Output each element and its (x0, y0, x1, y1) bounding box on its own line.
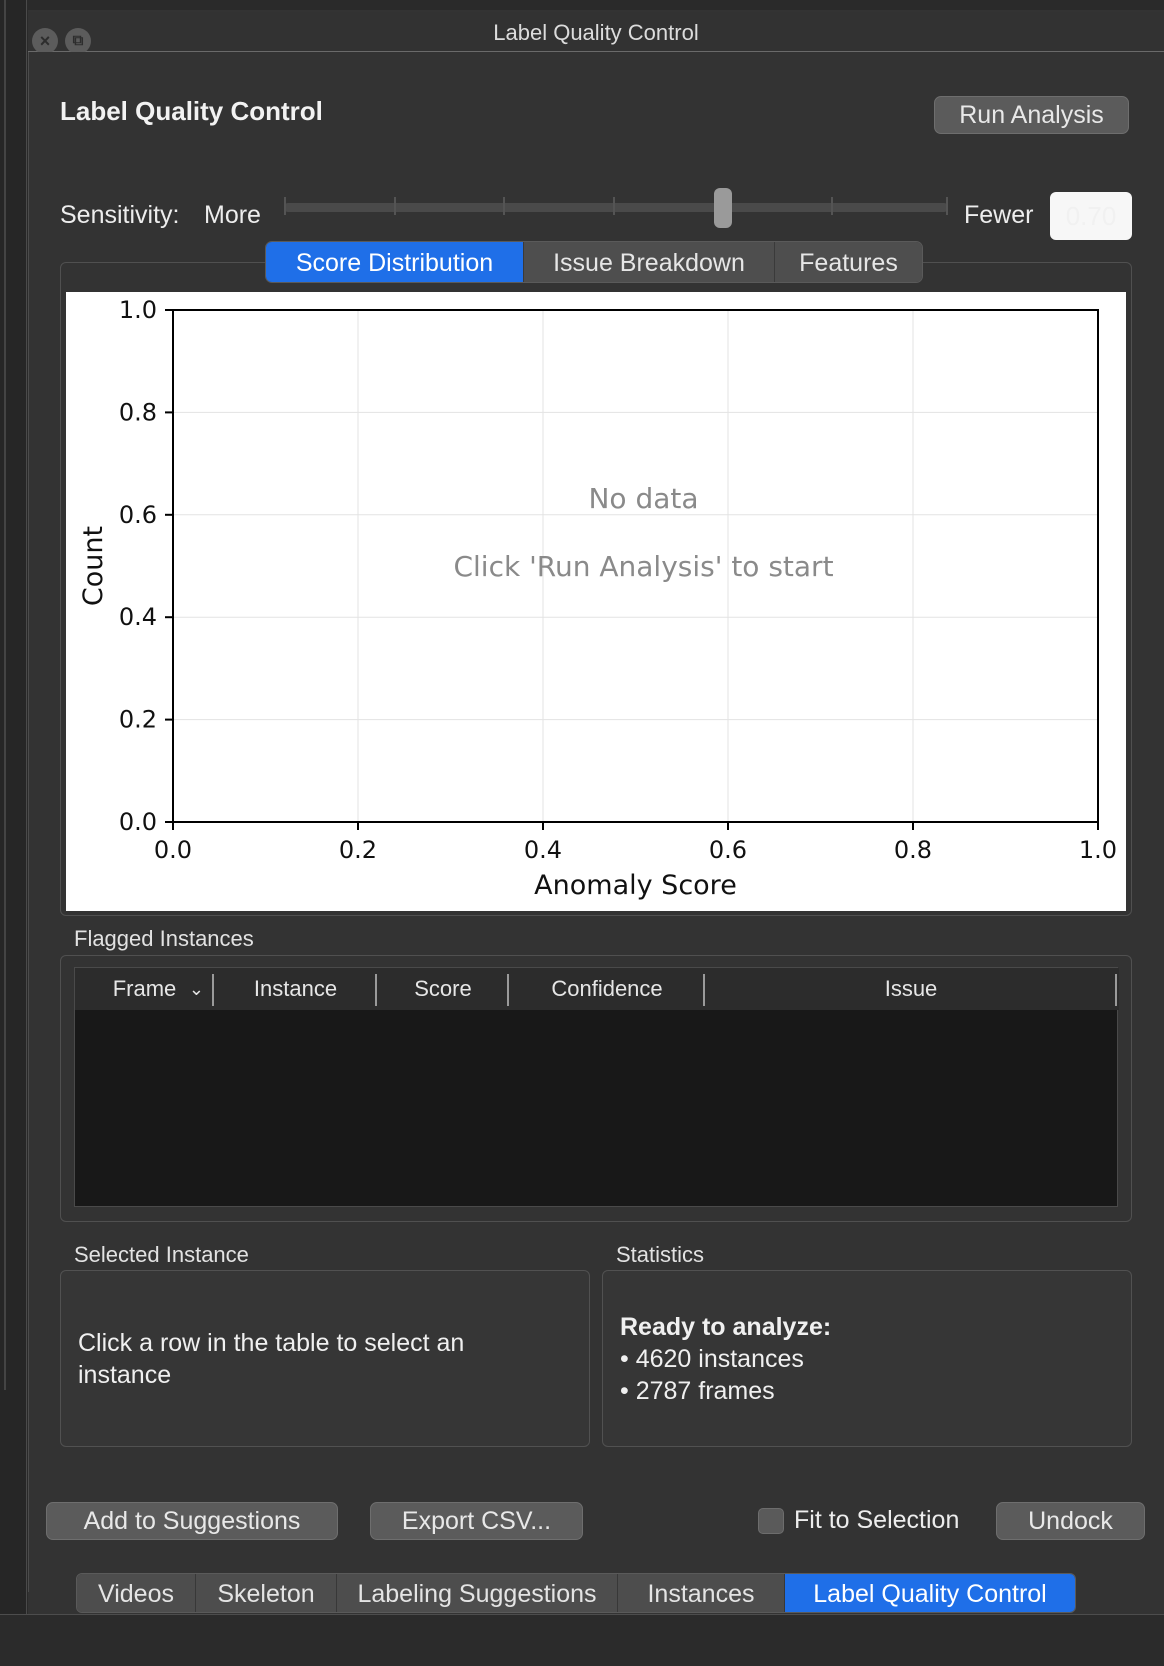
export-csv-button[interactable]: Export CSV... (370, 1502, 583, 1540)
y-tick-label: 0.6 (119, 501, 157, 529)
tab-score-distribution[interactable]: Score Distribution (266, 242, 524, 282)
sensitivity-more-label: More (204, 201, 261, 229)
y-tick-label: 0.4 (119, 603, 157, 631)
column-header-confidence[interactable]: Confidence (509, 968, 705, 1010)
column-header-score[interactable]: Score (377, 968, 509, 1010)
x-tick-label: 0.2 (339, 836, 377, 864)
tab-labeling-suggestions[interactable]: Labeling Suggestions (337, 1574, 618, 1612)
sensitivity-label: Sensitivity: (60, 201, 180, 229)
tab-features[interactable]: Features (775, 242, 922, 282)
no-data-message: No data (588, 482, 698, 515)
tab-instances[interactable]: Instances (618, 1574, 785, 1612)
add-to-suggestions-button[interactable]: Add to Suggestions (46, 1502, 338, 1540)
chevron-down-icon: ⌄ (188, 979, 204, 999)
x-tick-label: 0.0 (154, 836, 192, 864)
column-issue-label: Issue (884, 976, 938, 1001)
x-tick-label: 0.8 (894, 836, 932, 864)
tab-label-quality-control[interactable]: Label Quality Control (785, 1574, 1075, 1612)
tab-skeleton[interactable]: Skeleton (196, 1574, 337, 1612)
statistics-frames: • 2787 frames (620, 1377, 775, 1405)
table-header: Frame ⌄ Instance Score Confidence Issue (75, 968, 1119, 1010)
y-tick-label: 0.0 (119, 808, 157, 836)
fit-to-selection-label[interactable]: Fit to Selection (794, 1506, 959, 1535)
tab-issue-breakdown[interactable]: Issue Breakdown (524, 242, 775, 282)
sensitivity-fewer-label: Fewer (964, 201, 1034, 229)
selected-instance-title: Selected Instance (74, 1242, 249, 1267)
x-tick-label: 0.4 (524, 836, 562, 864)
left-panel-edge (0, 0, 27, 1666)
fit-to-selection-checkbox[interactable] (758, 1508, 784, 1534)
selected-instance-panel: Click a row in the table to select an in… (60, 1270, 590, 1447)
x-tick-label: 0.6 (709, 836, 747, 864)
statistics-heading: Ready to analyze: (620, 1313, 832, 1341)
sensitivity-slider-handle[interactable] (714, 188, 732, 228)
dock-tabs: Videos Skeleton Labeling Suggestions Ins… (76, 1573, 1076, 1613)
column-header-issue[interactable]: Issue (705, 968, 1117, 1010)
status-bar (0, 1614, 1164, 1666)
x-tick-label: 1.0 (1079, 836, 1117, 864)
column-header-frame[interactable]: Frame ⌄ (75, 968, 214, 1010)
flagged-instances-title: Flagged Instances (74, 926, 254, 951)
run-analysis-hint: Click 'Run Analysis' to start (453, 550, 833, 583)
score-distribution-chart: 0.0 0.2 0.4 0.6 0.8 1.0 0.0 0.2 0.4 0.6 0.8 1.0 Anom… (66, 292, 1126, 911)
statistics-title: Statistics (616, 1242, 705, 1267)
statistics-panel: Ready to analyze: • 4620 instances • 278… (602, 1270, 1132, 1447)
column-header-instance[interactable]: Instance (214, 968, 377, 1010)
run-analysis-button[interactable]: Run Analysis (934, 96, 1129, 134)
column-confidence-label: Confidence (551, 976, 663, 1001)
flagged-instances-table[interactable]: Frame ⌄ Instance Score Confidence Issue (74, 967, 1119, 1207)
column-score-label: Score (414, 976, 472, 1001)
y-tick-label: 0.2 (119, 706, 157, 734)
sensitivity-value-field[interactable]: 0.70 (1050, 192, 1132, 240)
page-title: Label Quality Control (60, 96, 323, 126)
y-axis-label: Count (78, 526, 109, 606)
selected-instance-text: Click a row in the table to select an in… (78, 1329, 465, 1389)
tab-videos[interactable]: Videos (77, 1574, 196, 1612)
y-tick-label: 0.8 (119, 398, 157, 426)
x-axis-label: Anomaly Score (534, 870, 737, 901)
window-title: Label Quality Control (493, 20, 699, 45)
column-frame-label: Frame (112, 976, 177, 1001)
undock-button[interactable]: Undock (996, 1502, 1145, 1540)
dock-titlebar: × ⧉ Label Quality Control (28, 12, 1164, 54)
y-tick-label: 1.0 (119, 296, 157, 324)
statistics-instances: • 4620 instances (620, 1345, 804, 1373)
chart-svg: 0.0 0.2 0.4 0.6 0.8 1.0 0.0 0.2 0.4 0.6 0.8 1.0 Anom… (78, 296, 1117, 901)
chart-tabs: Score Distribution Issue Breakdown Featu… (265, 241, 923, 283)
sensitivity-slider[interactable] (284, 197, 948, 215)
column-instance-label: Instance (253, 976, 338, 1001)
